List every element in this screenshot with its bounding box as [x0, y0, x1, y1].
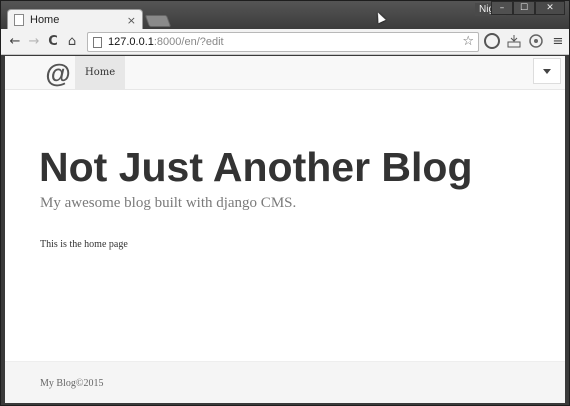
window-controls: – ☐ ✕	[491, 1, 565, 15]
page-icon	[14, 14, 24, 26]
tab-home[interactable]: Home ×	[7, 9, 143, 30]
page-subtitle: My awesome blog built with django CMS.	[40, 195, 297, 211]
site-navbar: @ Home	[5, 56, 565, 90]
page-icon	[93, 36, 102, 48]
footer-text: My Blog©2015	[40, 378, 104, 389]
url-path: :8000/en/?edit	[153, 36, 224, 48]
globe-extension-icon[interactable]	[528, 33, 544, 49]
tab-strip: Home × Nigel – ☐ ✕	[1, 1, 569, 30]
reload-icon[interactable]: C	[45, 34, 61, 50]
nav-item-home[interactable]: Home	[75, 56, 126, 89]
navbar-toggle-button[interactable]	[533, 58, 561, 84]
minimize-button[interactable]: –	[491, 1, 513, 15]
web-page: @ Home Not Just Another Blog My awesome …	[5, 56, 565, 403]
url-host: 127.0.0.1	[108, 36, 154, 48]
extension-icons: ≡	[484, 33, 570, 49]
arrow-left-icon[interactable]: ←	[7, 34, 23, 50]
close-window-button[interactable]: ✕	[535, 1, 565, 15]
caret-down-icon	[543, 68, 551, 74]
page-content: This is the home page	[40, 239, 128, 250]
opera-extension-icon[interactable]	[484, 33, 500, 49]
site-footer: My Blog©2015	[5, 361, 565, 403]
close-icon[interactable]: ×	[127, 14, 136, 27]
browser-window: Home × Nigel – ☐ ✕ ← → C ⌂ 127.0.0.1:800…	[0, 0, 570, 406]
home-icon[interactable]: ⌂	[64, 34, 80, 50]
download-extension-icon[interactable]	[506, 33, 522, 49]
maximize-button[interactable]: ☐	[513, 1, 535, 15]
tab-title: Home	[30, 14, 60, 26]
hamburger-icon[interactable]: ≡	[550, 33, 566, 49]
brand-logo[interactable]: @	[43, 58, 73, 88]
star-icon[interactable]: ☆	[462, 34, 474, 49]
page-title: Not Just Another Blog	[39, 144, 473, 190]
arrow-right-icon[interactable]: →	[26, 34, 42, 50]
browser-toolbar: ← → C ⌂ 127.0.0.1:8000/en/?edit ☆ ≡	[1, 29, 569, 55]
address-bar[interactable]: 127.0.0.1:8000/en/?edit ☆	[87, 32, 479, 52]
new-tab-button[interactable]	[144, 15, 172, 27]
